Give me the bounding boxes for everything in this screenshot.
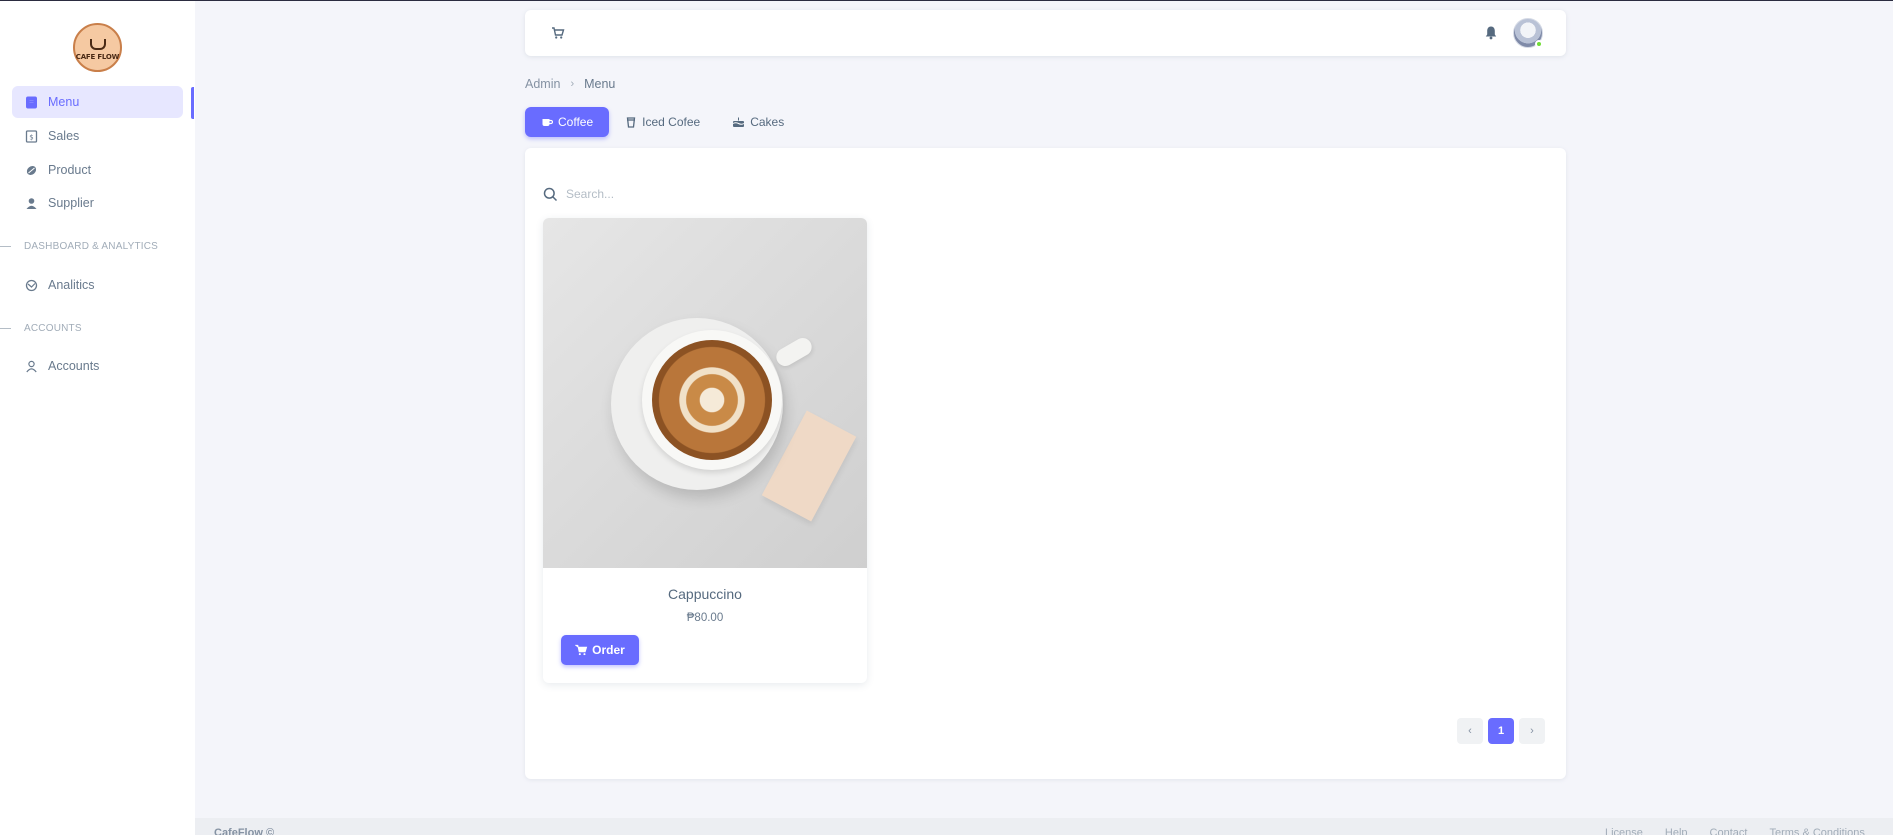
- section-divider: [0, 327, 11, 329]
- footer-brand: CafeFlow ©: [214, 827, 275, 835]
- search-bar: [543, 182, 843, 206]
- sidebar-item-label: Product: [48, 163, 92, 177]
- sidebar-item-label: Supplier: [48, 196, 94, 210]
- product-image: [543, 218, 867, 568]
- sidebar-item-label: Analitics: [48, 278, 95, 292]
- sidebar-item-accounts[interactable]: Accounts: [12, 350, 183, 382]
- menu-content-card: Cappuccino ₱80.00 Order ‹ 1 ›: [525, 148, 1566, 779]
- breadcrumb-separator: ›: [570, 78, 575, 90]
- coffee-cup-icon: [542, 119, 553, 126]
- pagination-prev[interactable]: ‹: [1457, 718, 1483, 744]
- active-indicator: [191, 87, 194, 119]
- sidebar: CAFE FLOW Menu $ Sales Product Supplier …: [0, 1, 195, 835]
- svg-text:$: $: [29, 133, 33, 141]
- sidebar-item-label: Sales: [48, 129, 80, 143]
- tab-iced-coffee[interactable]: Iced Cofee: [609, 107, 716, 137]
- cart-icon[interactable]: [551, 26, 565, 40]
- footer-link-help[interactable]: Help: [1665, 827, 1688, 835]
- product-price: ₱80.00: [686, 612, 724, 624]
- search-icon: [543, 187, 558, 201]
- section-header-label: DASHBOARD & ANALYTICS: [24, 240, 159, 252]
- breadcrumb-current: Menu: [584, 77, 616, 91]
- sidebar-item-label: Accounts: [48, 359, 100, 373]
- logo-cup-icon: [89, 38, 106, 50]
- search-input[interactable]: [566, 187, 826, 201]
- order-button[interactable]: Order: [561, 635, 639, 665]
- pagination-next[interactable]: ›: [1519, 718, 1545, 744]
- coffee-bean-icon: [24, 163, 38, 177]
- tab-label: Iced Cofee: [642, 115, 701, 129]
- latte-art: [652, 340, 772, 460]
- online-status-dot: [1535, 40, 1543, 48]
- section-header-accounts: ACCOUNTS: [0, 321, 195, 335]
- analytics-icon: [24, 278, 38, 292]
- pagination-page-1[interactable]: 1: [1488, 718, 1514, 744]
- cake-icon: [732, 117, 745, 127]
- sidebar-item-label: Menu: [48, 95, 80, 109]
- sidebar-item-sales[interactable]: $ Sales: [12, 120, 183, 152]
- tab-cakes[interactable]: Cakes: [716, 107, 800, 137]
- top-navbar: [525, 10, 1566, 56]
- sidebar-item-product[interactable]: Product: [12, 154, 183, 186]
- order-button-label: Order: [592, 643, 625, 657]
- section-header-label: ACCOUNTS: [24, 322, 82, 334]
- iced-cup-icon: [626, 117, 636, 128]
- cup-handle: [773, 334, 815, 370]
- receipt-icon: $: [24, 129, 38, 143]
- product-card[interactable]: Cappuccino ₱80.00 Order: [543, 218, 867, 683]
- footer-links: License Help Contact Terms & Conditions: [1605, 827, 1865, 835]
- breadcrumb: Admin › Menu: [525, 77, 615, 91]
- footer-link-license[interactable]: License: [1605, 827, 1643, 835]
- pagination: ‹ 1 ›: [1457, 718, 1545, 744]
- cart-icon: [575, 644, 588, 656]
- category-tabs: Coffee Iced Cofee Cakes: [525, 107, 800, 137]
- cafe-flow-logo[interactable]: CAFE FLOW: [73, 23, 122, 72]
- section-header-dashboard: DASHBOARD & ANALYTICS: [0, 239, 195, 253]
- sidebar-item-supplier[interactable]: Supplier: [12, 187, 183, 219]
- user-avatar[interactable]: [1513, 18, 1543, 48]
- footer: CafeFlow © License Help Contact Terms & …: [195, 818, 1893, 835]
- tab-label: Cakes: [750, 115, 785, 129]
- menu-book-icon: [24, 95, 38, 109]
- logo-text: CAFE FLOW: [75, 52, 120, 61]
- sidebar-item-menu[interactable]: Menu: [12, 86, 183, 118]
- window-top-border: [0, 0, 1893, 1]
- footer-link-contact[interactable]: Contact: [1710, 827, 1748, 835]
- person-outline-icon: [24, 359, 38, 373]
- user-icon: [24, 196, 38, 210]
- section-divider: [0, 245, 11, 247]
- sidebar-item-analytics[interactable]: Analitics: [12, 269, 183, 301]
- tab-coffee[interactable]: Coffee: [525, 107, 610, 137]
- tab-label: Coffee: [558, 115, 594, 129]
- footer-link-terms[interactable]: Terms & Conditions: [1769, 827, 1864, 835]
- product-name: Cappuccino: [668, 586, 742, 602]
- bell-icon[interactable]: [1484, 25, 1498, 40]
- breadcrumb-admin[interactable]: Admin: [525, 77, 560, 91]
